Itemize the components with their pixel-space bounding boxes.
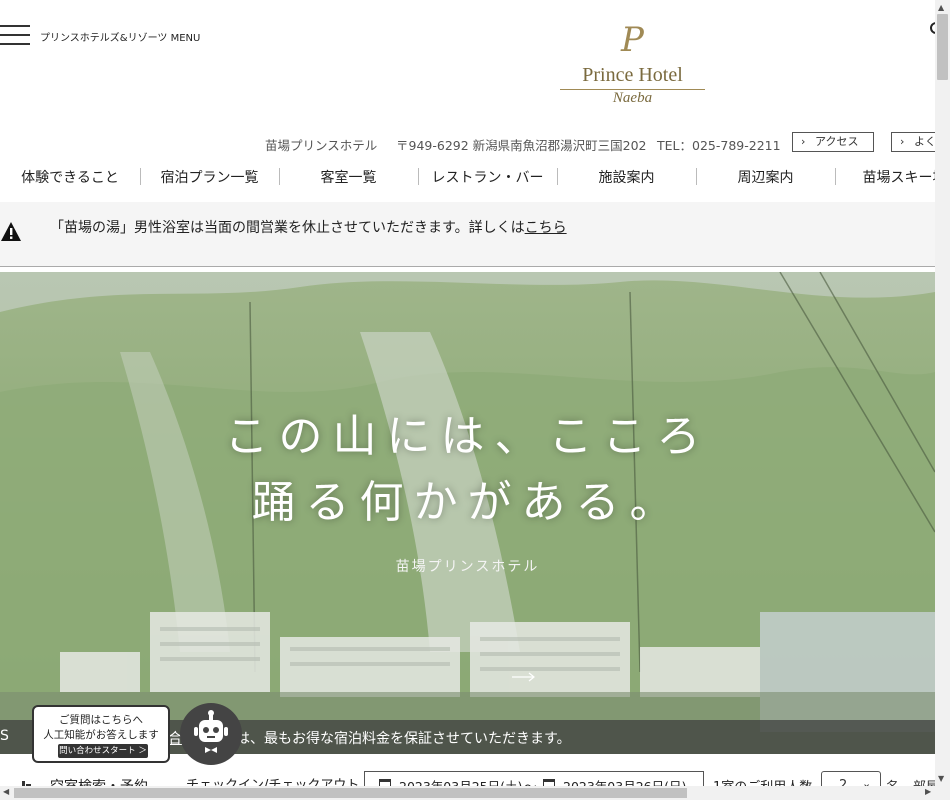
hotel-logo[interactable]: P Prince Hotel Naeba <box>555 20 710 112</box>
checkin-date: 2023年03月25日(土) <box>399 776 522 786</box>
chatbot-bubble[interactable]: ご質問はこちらへ 人工知能がお答えします 問い合わせスタート ＞ <box>32 705 170 763</box>
guests-value: 2 <box>839 778 848 786</box>
nav-item-experiences[interactable]: 体験できること <box>0 167 140 187</box>
calendar-icon <box>543 779 555 786</box>
nav-item-restaurants[interactable]: レストラン・バー <box>418 167 557 187</box>
date-separator: 〜 <box>524 776 537 786</box>
hotel-tel[interactable]: TEL：025-789-2211 <box>657 135 781 154</box>
access-button-label: アクセス <box>815 135 859 148</box>
booking-search-bar: 空室検索・予約 チェックイン/チェックアウト 2023年03月25日(土) 〜 … <box>0 766 935 786</box>
horizontal-scroll-thumb[interactable] <box>14 788 687 798</box>
hotel-info-row: 苗場プリンスホテル 〒949-6292 新潟県南魚沼郡湯沢町三国202 TEL：… <box>0 132 935 154</box>
guests-label: 1室のご利用人数 <box>713 776 812 786</box>
notice-link[interactable]: こちら <box>525 220 567 236</box>
guests-unit: 名 <box>886 776 899 786</box>
date-label: チェックイン/チェックアウト <box>186 778 360 786</box>
nav-item-facilities[interactable]: 施設案内 <box>557 167 696 187</box>
scroll-down-icon[interactable]: ▼ <box>938 774 944 783</box>
warning-icon <box>1 222 21 241</box>
notice-banner: 「苗場の湯」男性浴室は当面の間営業を休止させていただきます。詳しくはこちら <box>0 202 935 267</box>
page-viewport: プリンスホテルズ&リゾーツ MENU P Prince Hotel Naeba … <box>0 0 935 786</box>
chevron-right-icon: › <box>900 135 905 148</box>
faq-button[interactable]: › よく <box>891 132 935 152</box>
best-rate-text: まには、最もお得な宿泊料金を保証させていただきます。 <box>208 731 571 747</box>
logo-brand-text: Prince Hotel <box>582 64 683 86</box>
calendar-icon <box>379 779 391 786</box>
logo-mark: P <box>621 20 644 60</box>
scroll-right-icon[interactable]: ▶ <box>925 787 931 796</box>
nav-item-plans[interactable]: 宿泊プラン一覧 <box>140 167 279 187</box>
vertical-scrollbar[interactable]: ▲ ▼ <box>935 0 950 786</box>
logo-location-text: Naeba <box>612 90 653 106</box>
notice-text: 「苗場の湯」男性浴室は当面の間営業を休止させていただきます。詳しくはこちら <box>50 217 567 237</box>
rooms-label: 部屋 <box>913 776 935 786</box>
faq-button-label: よく <box>914 135 935 148</box>
nav-item-ski-resort[interactable]: 苗場スキー場 <box>835 167 936 187</box>
scroll-left-icon[interactable]: ◀ <box>3 787 9 796</box>
guests-select[interactable]: 2 ⌄ <box>821 771 881 786</box>
notice-message: 「苗場の湯」男性浴室は当面の間営業を休止させていただきます。詳しくは <box>50 220 525 236</box>
menu-label[interactable]: プリンスホテルズ&リゾーツ MENU <box>40 29 200 44</box>
date-range-field[interactable]: 2023年03月25日(土) 〜 2023年03月26日(日) <box>364 771 704 786</box>
hotel-address: 〒949-6292 新潟県南魚沼郡湯沢町三国202 <box>396 138 647 153</box>
hero-title: この山には、こころ 踊る何かがある。 <box>0 404 935 536</box>
arrow-right-icon[interactable] <box>512 670 536 684</box>
hero-title-line: 踊る何かがある。 <box>251 477 684 528</box>
chevron-down-icon: ⌄ <box>862 777 872 786</box>
main-nav: 体験できること 宿泊プラン一覧 客室一覧 レストラン・バー 施設案内 周辺案内 … <box>0 167 935 189</box>
chatbot-line1: ご質問はこちらへ <box>59 714 143 726</box>
chatbot-start-button[interactable]: 問い合わせスタート ＞ <box>58 744 148 758</box>
vertical-scroll-thumb[interactable] <box>937 14 948 80</box>
chevron-right-icon: › <box>801 135 806 148</box>
horizontal-scrollbar[interactable]: ◀ ▶ <box>0 786 950 800</box>
hero-image: この山には、こころ 踊る何かがある。 苗場プリンスホテル S 合 まには、最もお… <box>0 272 935 754</box>
access-button[interactable]: › アクセス <box>792 132 874 152</box>
scroll-up-icon[interactable]: ▲ <box>938 3 944 12</box>
hero-subtitle: 苗場プリンスホテル <box>395 559 540 575</box>
nav-item-area[interactable]: 周辺案内 <box>696 167 835 187</box>
hero-title-line: この山には、こころ <box>224 411 711 462</box>
robot-icon[interactable] <box>180 703 242 765</box>
hotel-name: 苗場プリンスホテル <box>265 138 378 153</box>
search-label: 空室検索・予約 <box>50 776 148 786</box>
strip-lead-text: S <box>0 728 9 744</box>
nav-item-rooms[interactable]: 客室一覧 <box>279 167 418 187</box>
hamburger-menu-icon[interactable] <box>0 25 30 45</box>
chatbot-line2: 人工知能がお答えします <box>43 729 159 741</box>
checkout-date: 2023年03月26日(日) <box>563 776 686 786</box>
robot-glyph <box>194 710 228 753</box>
